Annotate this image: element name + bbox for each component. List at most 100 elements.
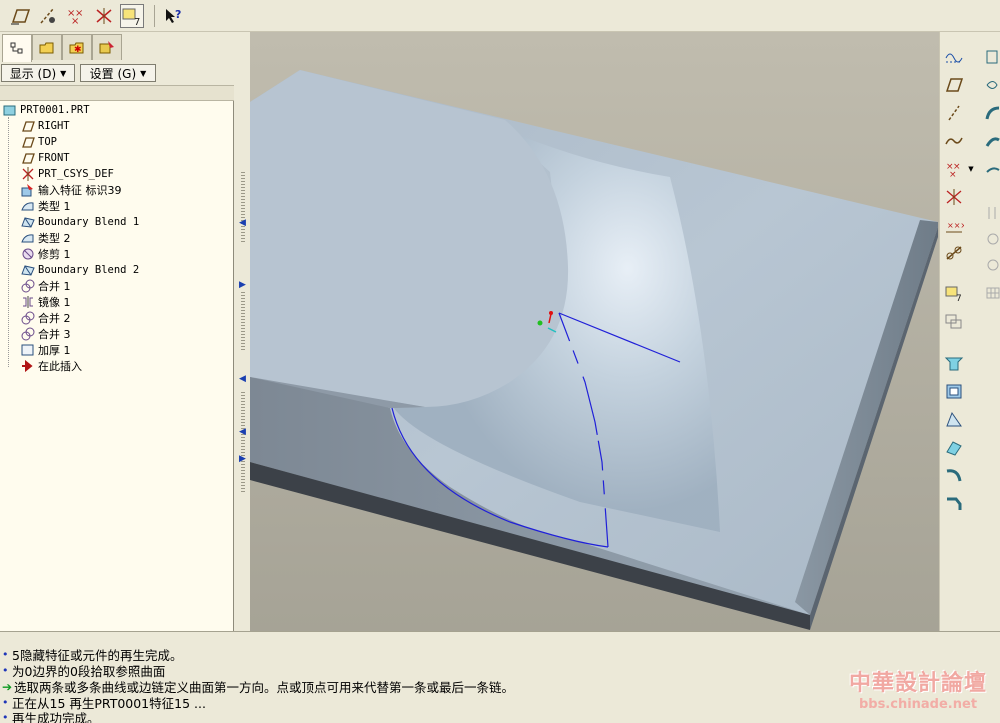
tree-item-label: Boundary Blend 1 [38, 216, 140, 228]
tree-item-trim-1[interactable]: 修剪 1 [20, 246, 71, 262]
settings-menu-button[interactable]: 设置 (G) ▼ [80, 64, 156, 82]
datum-point-icon: × ×× [946, 162, 961, 178]
csys-tool-button[interactable] [943, 186, 965, 208]
tree-item-root-part[interactable]: PRT0001.PRT [2, 102, 90, 118]
graphics-viewport[interactable] [250, 32, 939, 631]
datum-curve-tool-button[interactable] [943, 130, 965, 152]
splitter-grip [241, 292, 245, 352]
extrude-tool-button[interactable] [980, 46, 1000, 68]
merge-icon [20, 311, 36, 325]
csys-display-button[interactable] [92, 4, 116, 28]
thicken-icon [20, 343, 36, 357]
sketch-tool-button[interactable] [943, 46, 965, 68]
tree-item-insert-here[interactable]: 在此插入 [20, 358, 82, 374]
panel-splitter[interactable]: ◀ ▶ ◀ ◀ ▶ [236, 32, 250, 631]
rib-icon [946, 441, 962, 456]
copy-geometry-icon [945, 314, 962, 329]
pattern-icon [987, 233, 999, 245]
collapse-arrow-icon[interactable]: ◀ [239, 374, 246, 384]
tree-item-thicken-1[interactable]: 加厚 1 [20, 342, 71, 358]
rotate-pattern-icon [987, 259, 999, 271]
merge-icon [20, 327, 36, 341]
coordinate-system-icon [20, 167, 36, 181]
tree-item-label: 合并 2 [38, 312, 71, 325]
copy-geometry-tool-button[interactable] [943, 310, 965, 332]
tab-favorites[interactable]: ✱ [62, 34, 92, 60]
grid-icon [986, 287, 1000, 299]
show-menu-button[interactable]: 显示 (D) ▼ [1, 64, 75, 82]
tab-model-tree[interactable] [2, 34, 32, 62]
analysis-tool-button[interactable]: ××× [943, 214, 965, 236]
settings-menu-label: 设置 (G) [89, 66, 137, 81]
annotation-tool-button[interactable]: 7 [943, 282, 965, 304]
chamfer-tool-button[interactable] [943, 492, 965, 514]
tree-item-boundary-blend-1[interactable]: Boundary Blend 1 [20, 214, 139, 230]
message-text: 再生成功完成。 [12, 711, 100, 723]
tree-item-type-2[interactable]: 类型 2 [20, 230, 71, 246]
connections-icon [99, 40, 114, 53]
info-bullet-icon: • [2, 648, 9, 661]
tab-connections[interactable] [92, 34, 122, 60]
tree-item-type-1[interactable]: 类型 1 [20, 198, 71, 214]
expand-arrow-icon[interactable]: ▶ [239, 454, 246, 464]
variable-section-tool-button[interactable] [980, 158, 1000, 180]
tree-item-merge-3[interactable]: 合并 3 [20, 326, 71, 342]
shell-icon [946, 384, 962, 399]
tree-item-datum-front[interactable]: FRONT [20, 150, 70, 166]
tree-item-label: 在此插入 [38, 360, 82, 373]
tree-item-label: Boundary Blend 2 [38, 264, 140, 276]
datum-point-display-button[interactable]: × × × [64, 4, 88, 28]
navigator-panel: ✱ 显示 (D) ▼ 设置 (G) ▼ PRT0001.PRT RIGHT TO… [0, 32, 236, 631]
datum-axis-icon [40, 8, 55, 24]
tree-item-datum-right[interactable]: RIGHT [20, 118, 70, 134]
datum-point-dropdown[interactable]: ▼ [966, 158, 976, 180]
grid-tool-button[interactable] [980, 282, 1000, 304]
tab-folder-browser[interactable] [32, 34, 62, 60]
collapse-arrow-icon[interactable]: ◀ [239, 218, 246, 228]
variable-section-icon [986, 167, 1000, 173]
tree-item-csys[interactable]: PRT_CSYS_DEF [20, 166, 114, 182]
datum-axis-tool-button[interactable] [943, 102, 965, 124]
pro-engineer-window: × × × 7 ? ✱ 显示 (D) ▼ 设置 (G) ▼ PRT0001.PR… [0, 0, 1000, 723]
boundary-blend-tool-button[interactable] [943, 352, 965, 374]
splitter-grip [241, 172, 245, 242]
tree-item-label: 合并 1 [38, 280, 71, 293]
context-help-button[interactable]: ? [162, 4, 186, 28]
tree-item-label: 类型 2 [38, 232, 71, 245]
sweep-icon [985, 106, 1000, 120]
datum-point-tool-button[interactable]: × × × [943, 158, 965, 180]
hole-tool-button[interactable] [980, 202, 1000, 224]
datum-axis-icon [948, 105, 960, 121]
pattern-tool-button[interactable] [980, 228, 1000, 250]
draft-tool-button[interactable] [943, 408, 965, 430]
rotate-pattern-tool-button[interactable] [980, 254, 1000, 276]
info-bullet-icon: • [2, 696, 9, 709]
revolve-tool-button[interactable] [980, 74, 1000, 96]
revolve-icon [986, 81, 998, 89]
tree-item-merge-1[interactable]: 合并 1 [20, 278, 71, 294]
watermark-url: bbs.chinade.net [858, 697, 978, 712]
draft-icon [946, 411, 962, 427]
rib-tool-button[interactable] [943, 436, 965, 458]
datum-plane-display-button[interactable] [8, 4, 32, 28]
tree-column-header [0, 85, 234, 101]
collapse-arrow-icon[interactable]: ◀ [239, 427, 246, 437]
tree-item-import-feature[interactable]: 输入特征 标识39 [20, 182, 122, 198]
annotation-display-button[interactable]: 7 [120, 4, 144, 28]
coordinate-system-icon [96, 8, 112, 24]
tree-item-mirror-1[interactable]: 镜像 1 [20, 294, 71, 310]
tree-item-datum-top[interactable]: TOP [20, 134, 57, 150]
blend-tool-button[interactable] [980, 130, 1000, 152]
expand-arrow-icon[interactable]: ▶ [239, 280, 246, 290]
toolbar-separator [154, 5, 155, 27]
datum-plane-icon [945, 78, 964, 92]
tree-item-boundary-blend-2[interactable]: Boundary Blend 2 [20, 262, 139, 278]
datum-axis-display-button[interactable] [36, 4, 60, 28]
chain-tool-button[interactable] [943, 242, 965, 264]
datum-plane-tool-button[interactable] [943, 74, 965, 96]
shell-tool-button[interactable] [943, 380, 965, 402]
round-tool-button[interactable] [943, 464, 965, 486]
tree-item-merge-2[interactable]: 合并 2 [20, 310, 71, 326]
svg-text:×××: ××× [947, 221, 964, 230]
sweep-tool-button[interactable] [980, 102, 1000, 124]
